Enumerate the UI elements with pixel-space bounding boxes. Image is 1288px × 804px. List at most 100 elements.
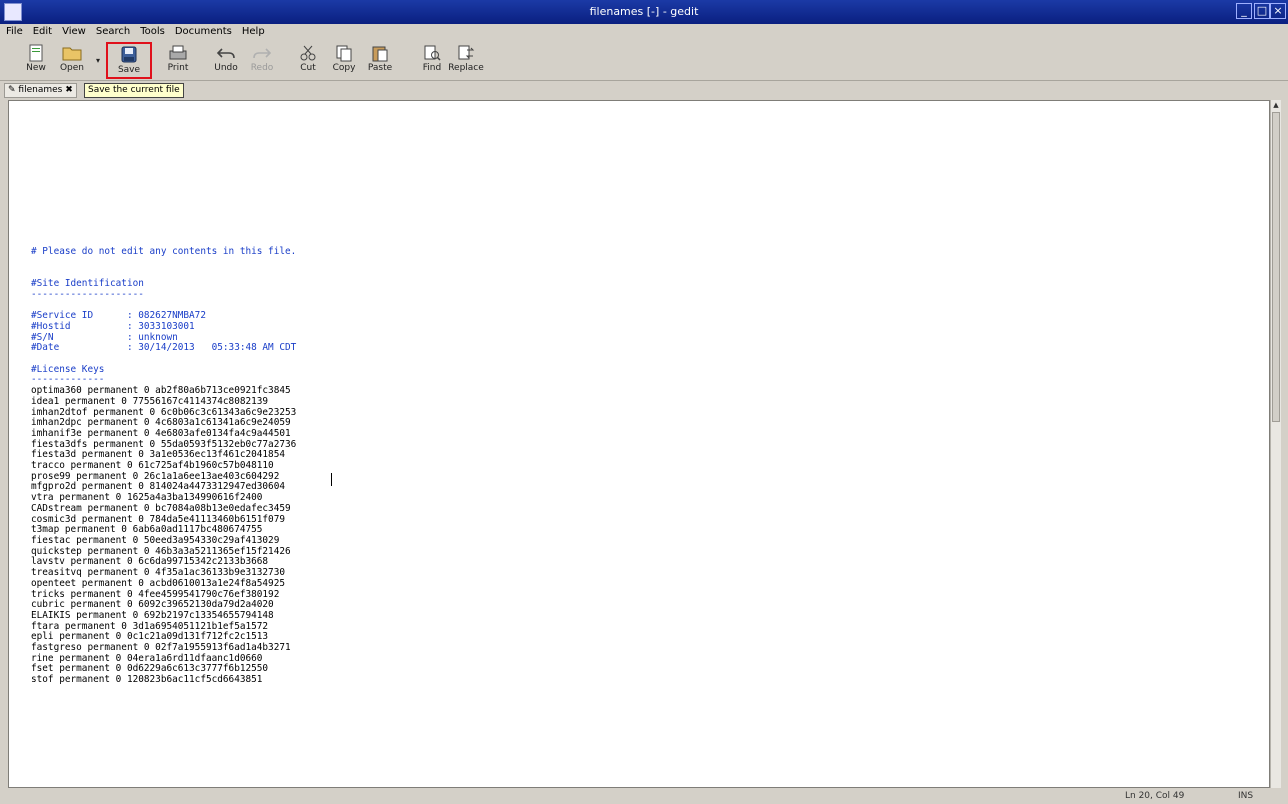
document-line: prose99 permanent 0 26c1a1a6ee13ae403c60…: [31, 470, 280, 482]
close-button[interactable]: ×: [1270, 3, 1286, 19]
menu-tools[interactable]: Tools: [134, 24, 169, 37]
menu-search[interactable]: Search: [90, 24, 134, 37]
print-button-label: Print: [167, 63, 189, 73]
save-tooltip: Save the current file: [84, 83, 184, 98]
redo-icon: [253, 48, 272, 59]
document-line: tracco permanent 0 61c725af4b1960c57b048…: [31, 460, 274, 472]
copy-icon: [336, 45, 352, 62]
cut-button-label: Cut: [300, 63, 316, 73]
find-button-label: Find: [422, 63, 442, 73]
toolbar: New Open ▾ Save Print Undo Redo Cut Copy…: [0, 40, 1288, 81]
document-line: #Hostid : 3033103001: [31, 320, 195, 332]
copy-button-label: Copy: [332, 63, 356, 73]
document-line: ftara permanent 0 3d1a6954051121b1ef5a15…: [31, 620, 269, 632]
document-line: treasitvq permanent 0 4f35a1ac36133b9e31…: [31, 567, 285, 579]
menu-file[interactable]: File: [0, 24, 27, 37]
text-editor[interactable]: # Please do not edit any contents in thi…: [8, 100, 1270, 788]
status-bar: Ln 20, Col 49 INS: [0, 789, 1288, 804]
paste-button[interactable]: Paste: [362, 42, 398, 78]
maximize-button[interactable]: □: [1254, 3, 1270, 19]
save-button-label: Save: [117, 65, 141, 75]
document-line: -------------: [31, 374, 105, 386]
paste-button-label: Paste: [367, 63, 393, 73]
text-cursor: [331, 473, 332, 486]
document-line: tricks permanent 0 4fee4599541790c76ef38…: [31, 588, 280, 600]
document-line: cubric permanent 0 6092c39652130da79d2a4…: [31, 599, 274, 611]
document-line: lavstv permanent 0 6c6da99715342c2133b36…: [31, 556, 269, 568]
insert-mode: INS: [1238, 791, 1254, 801]
print-button[interactable]: Print: [160, 42, 196, 78]
find-button[interactable]: Find: [414, 42, 450, 78]
document-line: #License Keys: [31, 363, 105, 375]
undo-button-label: Undo: [214, 63, 238, 73]
document-line: fset permanent 0 0d6229a6c613c3777f6b125…: [31, 663, 269, 675]
title-bar: filenames [-] - gedit _ □ ×: [0, 0, 1288, 24]
undo-button[interactable]: Undo: [208, 42, 244, 78]
copy-button[interactable]: Copy: [326, 42, 362, 78]
document-line: fiestac permanent 0 50eed3a954330c29af41…: [31, 534, 280, 546]
document-text[interactable]: # Please do not edit any contents in thi…: [31, 246, 297, 686]
document-line: epli permanent 0 0c1c21a09d131f712fc2c15…: [31, 631, 269, 643]
document-line: CADstream permanent 0 bc7084a08b13e0edaf…: [31, 502, 291, 514]
document-tab-label: filenames: [18, 85, 63, 95]
folder-icon: [62, 47, 82, 61]
document-tab[interactable]: ✎ filenames ✖: [4, 83, 77, 98]
document-line: # Please do not edit any contents in thi…: [31, 246, 297, 257]
menu-help[interactable]: Help: [236, 24, 269, 37]
redo-button-label: Redo: [250, 63, 274, 73]
open-button-label: Open: [59, 63, 85, 73]
chevron-down-icon: ▾: [95, 56, 100, 65]
document-line: t3map permanent 0 6ab6a0ad1117bc48067475…: [31, 524, 263, 536]
open-recent-dropdown[interactable]: ▾: [94, 42, 102, 78]
document-tabs: ✎ filenames ✖ Save the current file: [0, 81, 1288, 99]
document-icon: ✎: [8, 85, 19, 95]
document-line: mfgpro2d permanent 0 814024a4473312947ed…: [31, 481, 285, 493]
save-button[interactable]: Save: [106, 42, 152, 79]
menu-documents[interactable]: Documents: [169, 24, 236, 37]
menu-edit[interactable]: Edit: [27, 24, 56, 37]
replace-icon: [458, 45, 475, 60]
document-line: vtra permanent 0 1625a4a3ba134990616f240…: [31, 492, 263, 504]
document-line: openteet permanent 0 acbd0610013a1e24f8a…: [31, 577, 285, 589]
window-title: filenames [-] - gedit: [589, 5, 699, 18]
printer-icon: [169, 45, 187, 60]
replace-button[interactable]: Replace: [448, 42, 484, 78]
cut-button[interactable]: Cut: [290, 42, 326, 78]
document-line: stof permanent 0 120823b6ac11cf5cd664385…: [31, 674, 263, 686]
new-file-icon: [29, 44, 43, 62]
save-icon: [121, 46, 137, 63]
document-line: #Site Identification: [31, 278, 144, 290]
document-line: #S/N : unknown: [31, 331, 178, 343]
document-line: imhan2dtof permanent 0 6c0b06c3c61343a6c…: [31, 406, 297, 418]
document-line: idea1 permanent 0 77556167c4114374c80821…: [31, 395, 269, 407]
document-line: fiesta3dfs permanent 0 55da0593f5132eb0c…: [31, 438, 297, 450]
new-button-label: New: [26, 63, 46, 73]
document-line: rine permanent 0 04era1a6rd11dfaanc1d066…: [31, 652, 263, 664]
document-line: cosmic3d permanent 0 784da5e41113460b615…: [31, 513, 285, 525]
scroll-up-icon[interactable]: ▲: [1272, 101, 1280, 109]
document-line: fiesta3d permanent 0 3a1e0536ec13f461c20…: [31, 449, 285, 461]
cursor-position: Ln 20, Col 49: [1125, 791, 1185, 801]
close-tab-icon[interactable]: ✖: [65, 85, 73, 95]
document-line: quickstep permanent 0 46b3a3a5211365ef15…: [31, 545, 291, 557]
document-line: --------------------: [31, 288, 144, 300]
find-icon: [424, 45, 441, 61]
menu-view[interactable]: View: [56, 24, 90, 37]
vertical-scrollbar[interactable]: ▲: [1270, 100, 1281, 788]
scissors-icon: [300, 45, 316, 61]
open-button[interactable]: Open: [54, 42, 90, 78]
undo-icon: [216, 48, 235, 59]
paste-icon: [372, 46, 388, 62]
document-line: imhan2dpc permanent 0 4c6803a1c61341a6c9…: [31, 417, 291, 429]
document-line: optima360 permanent 0 ab2f80a6b713ce0921…: [31, 385, 291, 397]
document-line: ELAIKIS permanent 0 692b2197c13354655794…: [31, 609, 274, 621]
document-line: imhanif3e permanent 0 4e6803afe0134fa4c9…: [31, 427, 291, 439]
replace-button-label: Replace: [448, 63, 484, 73]
redo-button[interactable]: Redo: [244, 42, 280, 78]
new-button[interactable]: New: [18, 42, 54, 78]
minimize-button[interactable]: _: [1236, 3, 1252, 19]
document-line: fastgreso permanent 0 02f7a1955913f6ad1a…: [31, 642, 291, 654]
scrollbar-thumb[interactable]: [1272, 112, 1280, 422]
document-line: #Service ID : 082627NMBA72: [31, 310, 206, 322]
document-line: #Date : 30/14/2013 05:33:48 AM CDT: [31, 342, 297, 354]
